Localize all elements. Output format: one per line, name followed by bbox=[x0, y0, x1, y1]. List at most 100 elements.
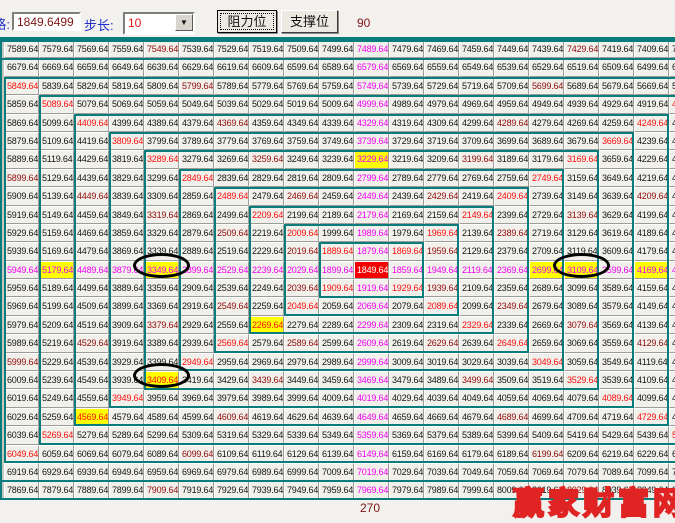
grid-cell: 4599.64 bbox=[179, 408, 214, 426]
grid-cell: 6559.64 bbox=[424, 58, 459, 76]
grid-cell: 3939.64 bbox=[109, 371, 144, 389]
center-price-cell: 1849.64 bbox=[354, 261, 389, 279]
grid-cell: 3529.64 bbox=[564, 371, 599, 389]
grid-cell: 6149.64 bbox=[354, 445, 389, 463]
grid-cell: 6649.64 bbox=[109, 58, 144, 76]
grid-cell: 6989.64 bbox=[249, 463, 284, 481]
grid-cell: 2389.64 bbox=[494, 224, 529, 242]
grid-cell: 2529.64 bbox=[214, 261, 249, 279]
grid-cell: 5969.64 bbox=[4, 297, 39, 315]
grid-cell: 5689.64 bbox=[564, 77, 599, 95]
grid-cell: 5679.64 bbox=[599, 77, 634, 95]
grid-cell: 6679.64 bbox=[4, 58, 39, 76]
grid-cell: 4149.64 bbox=[634, 297, 669, 315]
grid-cell: 1979.64 bbox=[389, 224, 424, 242]
grid-cell: 8009.64 bbox=[494, 481, 529, 499]
grid-cell: 7879.64 bbox=[39, 481, 74, 499]
grid-cell: 4109.64 bbox=[634, 371, 669, 389]
grid-cell: 2829.64 bbox=[249, 169, 284, 187]
step-combobox[interactable]: 10 ▼ bbox=[123, 12, 195, 35]
grid-cell: 3449.64 bbox=[284, 371, 319, 389]
grid-cell: 2569.64 bbox=[214, 334, 249, 352]
grid-cell: 6089.64 bbox=[144, 445, 179, 463]
grid-cell: 3829.64 bbox=[109, 169, 144, 187]
grid-cell: 4419.64 bbox=[74, 132, 109, 150]
grid-cell: 4519.64 bbox=[74, 316, 109, 334]
grid-cell: 4609.64 bbox=[214, 408, 249, 426]
grid-cell: 3169.64 bbox=[564, 150, 599, 168]
grid-cell: 4649.64 bbox=[354, 408, 389, 426]
grid-cell: 4029.64 bbox=[389, 389, 424, 407]
grid-cell: 5239.64 bbox=[39, 371, 74, 389]
grid-cell: 2139.64 bbox=[459, 224, 494, 242]
grid-cell: 2399.64 bbox=[494, 206, 529, 224]
grid-cell: 6939.64 bbox=[74, 463, 109, 481]
price-input[interactable] bbox=[12, 12, 81, 31]
grid-cell: 2209.64 bbox=[249, 206, 284, 224]
grid-cell: 4529.64 bbox=[74, 334, 109, 352]
grid-cell: 5879.64 bbox=[4, 132, 39, 150]
grid-cell: 7509.64 bbox=[284, 40, 319, 58]
grid-cell: 6049.64 bbox=[4, 445, 39, 463]
grid-cell: 2589.64 bbox=[284, 334, 319, 352]
grid-cell: 5659.64 bbox=[669, 77, 675, 95]
grid-cell: 7429.64 bbox=[564, 40, 599, 58]
grid-cell: 2459.64 bbox=[319, 187, 354, 205]
grid-cell: 2809.64 bbox=[319, 169, 354, 187]
grid-cell: 7589.64 bbox=[4, 40, 39, 58]
grid-cell: 4989.64 bbox=[389, 95, 424, 113]
grid-cell: 3489.64 bbox=[424, 371, 459, 389]
grid-cell: 6539.64 bbox=[494, 58, 529, 76]
grid-cell: 3849.64 bbox=[109, 206, 144, 224]
grid-cell: 2129.64 bbox=[459, 242, 494, 260]
grid-cell: 5099.64 bbox=[39, 114, 74, 132]
grid-cell: 2689.64 bbox=[529, 279, 564, 297]
grid-cell: 3039.64 bbox=[494, 353, 529, 371]
grid-cell: 3959.64 bbox=[144, 389, 179, 407]
grid-cell: 5999.64 bbox=[4, 353, 39, 371]
grid-cell: 4859.64 bbox=[669, 187, 675, 205]
grid-cell: 3589.64 bbox=[599, 279, 634, 297]
grid-cell: 3359.64 bbox=[144, 279, 179, 297]
grid-cell: 5719.64 bbox=[459, 77, 494, 95]
grid-cell: 5899.64 bbox=[4, 169, 39, 187]
grid-cell: 2169.64 bbox=[389, 206, 424, 224]
grid-cell: 6029.64 bbox=[4, 408, 39, 426]
grid-cell: 5889.64 bbox=[4, 150, 39, 168]
grid-cell: 3749.64 bbox=[319, 132, 354, 150]
grid-cell: 3779.64 bbox=[214, 132, 249, 150]
grid-cell: 3979.64 bbox=[214, 389, 249, 407]
grid-cell: 1929.64 bbox=[389, 279, 424, 297]
grid-cell: 3899.64 bbox=[109, 297, 144, 315]
grid-cell: 3649.64 bbox=[599, 169, 634, 187]
grid-cell: 6949.64 bbox=[109, 463, 144, 481]
grid-cell: 4409.64 bbox=[74, 114, 109, 132]
grid-cell: 3389.64 bbox=[144, 334, 179, 352]
grid-cell: 4059.64 bbox=[494, 389, 529, 407]
grid-cell: 4019.64 bbox=[354, 389, 389, 407]
grid-cell: 2669.64 bbox=[529, 316, 564, 334]
grid-cell: 3119.64 bbox=[564, 242, 599, 260]
support-button[interactable]: 支撑位 bbox=[281, 10, 338, 33]
grid-cell: 2309.64 bbox=[389, 316, 424, 334]
grid-cell: 6599.64 bbox=[284, 58, 319, 76]
grid-cell: 1939.64 bbox=[424, 279, 459, 297]
grid-cell: 5259.64 bbox=[39, 408, 74, 426]
grid-cell: 2079.64 bbox=[389, 297, 424, 315]
grid-cell: 2339.64 bbox=[494, 316, 529, 334]
grid-cell: 3179.64 bbox=[529, 150, 564, 168]
grid-cell: 5199.64 bbox=[39, 297, 74, 315]
grid-cell: 4729.64 bbox=[634, 408, 669, 426]
grid-cell: 3429.64 bbox=[214, 371, 249, 389]
grid-cell: 2629.64 bbox=[424, 334, 459, 352]
grid-cell: 4969.64 bbox=[459, 95, 494, 113]
grid-cell: 2149.64 bbox=[459, 206, 494, 224]
grid-cell: 4869.64 bbox=[669, 169, 675, 187]
grid-cell: 4749.64 bbox=[669, 389, 675, 407]
resistance-button[interactable]: 阻力位 bbox=[217, 10, 277, 33]
grid-cell: 2759.64 bbox=[494, 169, 529, 187]
grid-cell: 2789.64 bbox=[389, 169, 424, 187]
grid-cell: 3549.64 bbox=[599, 353, 634, 371]
grid-cell: 3679.64 bbox=[564, 132, 599, 150]
chevron-down-icon[interactable]: ▼ bbox=[175, 14, 193, 31]
